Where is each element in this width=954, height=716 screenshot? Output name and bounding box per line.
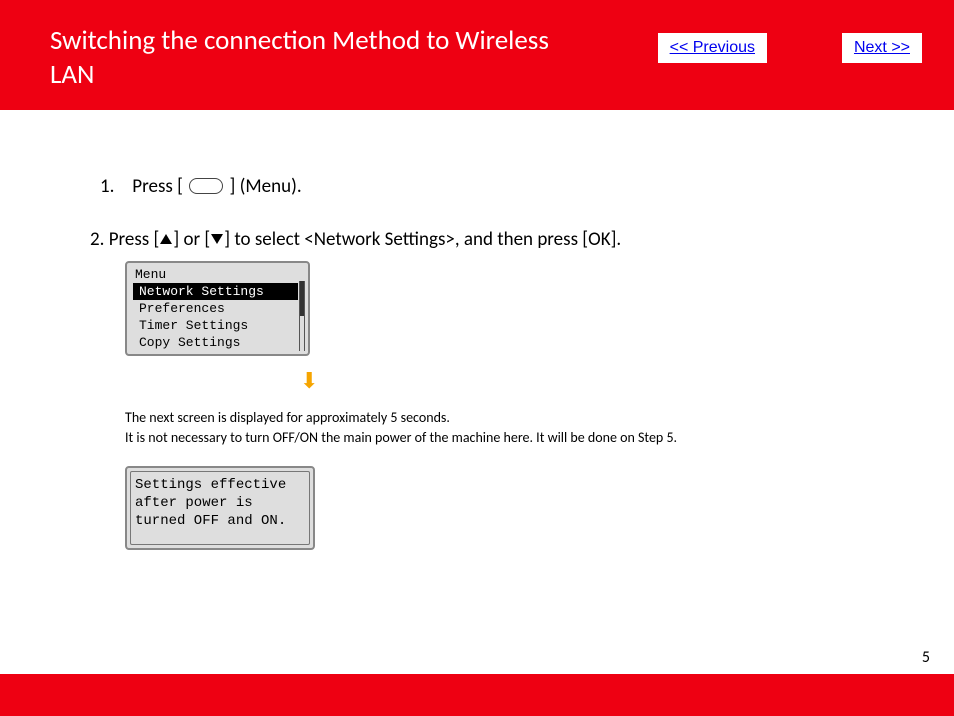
down-arrow-icon [211, 234, 223, 244]
lcd-menu-item-selected: Network Settings [133, 283, 298, 300]
content-area: 1. Press [ ] (Menu). 2. Press [ ] or [ ] t… [0, 110, 954, 550]
step-2-text-mid: ] or [ [173, 228, 210, 251]
lcd-message-line: Settings effective [135, 476, 305, 494]
footer-bar: 5 [0, 674, 954, 716]
step-2: 2. Press [ ] or [ ] to select <Network Set… [90, 228, 954, 251]
note-line-2: It is not necessary to turn OFF/ON the m… [125, 428, 954, 448]
menu-button-icon [189, 178, 223, 194]
lcd-menu-item: Copy Settings [133, 334, 306, 351]
lcd-menu-item: Preferences [133, 300, 306, 317]
lcd-scrollbar-icon [299, 281, 305, 351]
previous-button[interactable]: << Previous [658, 33, 767, 63]
lcd-message-line: after power is [135, 494, 305, 512]
page-title: Switching the connection Method to Wirel… [50, 24, 570, 92]
lcd-menu-screen: Menu Network Settings Preferences Timer … [125, 261, 310, 356]
step-2-text-a: 2. Press [ [90, 228, 159, 251]
page-number: 5 [922, 648, 930, 667]
step-1-text-b: ] (Menu). [230, 175, 302, 198]
next-button[interactable]: Next >> [842, 33, 922, 63]
lcd-message-line: turned OFF and ON. [135, 512, 305, 530]
lcd-menu-inner: Menu Network Settings Preferences Timer … [133, 265, 306, 352]
flow-down-arrow-icon: ⬇ [300, 370, 954, 392]
up-arrow-icon [160, 234, 172, 244]
step-2-text-end: ] to select <Network Settings>, and then… [224, 228, 621, 251]
lcd-menu-title: Menu [133, 266, 306, 283]
page: Switching the connection Method to Wirel… [0, 0, 954, 716]
note-line-1: The next screen is displayed for approxi… [125, 408, 954, 428]
header-bar: Switching the connection Method to Wirel… [0, 0, 954, 110]
note-text: The next screen is displayed for approxi… [125, 408, 954, 448]
step-1-text-a: Press [ [132, 175, 183, 198]
lcd-message-screen: Settings effective after power is turned… [125, 466, 315, 550]
step-1-number: 1. [100, 175, 128, 198]
step-1: 1. Press [ ] (Menu). [100, 175, 954, 198]
lcd-menu-item: Timer Settings [133, 317, 306, 334]
